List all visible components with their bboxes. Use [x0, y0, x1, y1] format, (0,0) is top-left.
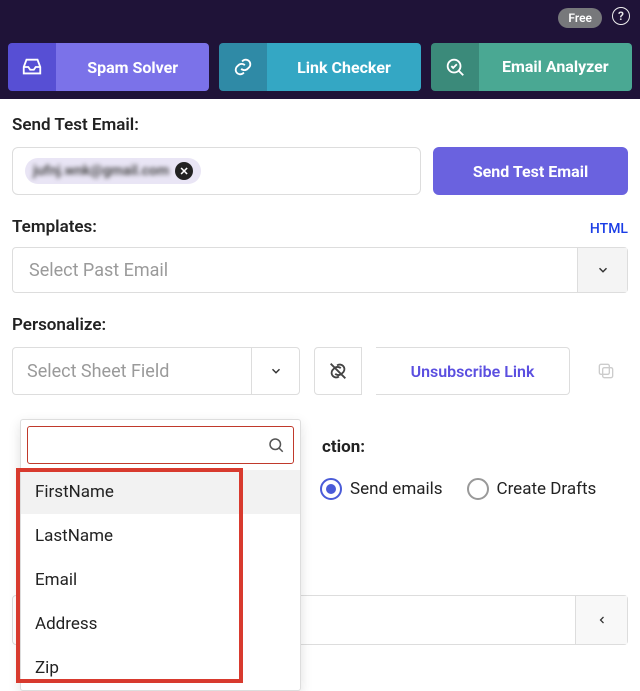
unsubscribe-icon[interactable] — [314, 347, 362, 395]
send-test-button[interactable]: Send Test Email — [433, 147, 628, 195]
dropdown-option-firstname[interactable]: FirstName — [21, 470, 300, 514]
dropdown-option-email[interactable]: Email — [21, 558, 300, 602]
tab-email-analyzer[interactable]: Email Analyzer — [431, 43, 632, 91]
chevron-down-icon[interactable] — [251, 348, 299, 394]
radio-label: Send emails — [350, 479, 443, 499]
radio-icon — [467, 478, 489, 500]
link-icon — [219, 43, 267, 91]
dropdown-option-lastname[interactable]: LastName — [21, 514, 300, 558]
tab-link-checker[interactable]: Link Checker — [219, 43, 420, 91]
radio-create-drafts[interactable]: Create Drafts — [467, 478, 597, 500]
dropdown-search[interactable] — [27, 426, 294, 464]
dropdown-option-address[interactable]: Address — [21, 602, 300, 646]
unsubscribe-link-button[interactable]: Unsubscribe Link — [376, 347, 570, 395]
plan-badge: Free — [558, 8, 602, 28]
inbox-icon — [8, 43, 56, 91]
templates-select[interactable]: Select Past Email — [12, 247, 628, 293]
email-chip-text: jufnj.wnk@gmail.com — [33, 163, 169, 179]
tab-label: Link Checker — [267, 43, 420, 91]
help-icon[interactable]: ? — [612, 7, 630, 25]
send-test-label: Send Test Email: — [12, 115, 628, 135]
personalize-select[interactable]: Select Sheet Field — [12, 347, 300, 395]
chevron-left-icon[interactable] — [575, 596, 627, 644]
main-content: Send Test Email: jufnj.wnk@gmail.com ✕ S… — [0, 99, 640, 395]
html-link[interactable]: HTML — [590, 221, 628, 237]
email-chip[interactable]: jufnj.wnk@gmail.com ✕ — [25, 158, 201, 184]
tab-label: Email Analyzer — [479, 43, 632, 91]
radio-send-emails[interactable]: Send emails — [320, 478, 443, 500]
radio-label: Create Drafts — [497, 479, 597, 499]
radio-icon — [320, 478, 342, 500]
test-email-input[interactable]: jufnj.wnk@gmail.com ✕ — [12, 147, 421, 195]
templates-placeholder: Select Past Email — [13, 248, 577, 292]
search-icon — [267, 436, 285, 454]
personalize-label: Personalize: — [12, 315, 628, 335]
app-header: Free ? Spam Solver Link Checker Email An… — [0, 0, 640, 99]
chip-remove-icon[interactable]: ✕ — [175, 162, 193, 180]
copy-icon[interactable] — [584, 347, 628, 395]
personalize-dropdown: FirstName LastName Email Address Zip — [20, 419, 301, 691]
chevron-down-icon[interactable] — [577, 248, 627, 292]
dropdown-options: FirstName LastName Email Address Zip — [21, 470, 300, 690]
tool-tabs: Spam Solver Link Checker Email Analyzer — [8, 43, 632, 91]
personalize-placeholder: Select Sheet Field — [13, 348, 251, 394]
dropdown-search-input[interactable] — [36, 436, 261, 455]
templates-label: Templates: — [12, 217, 97, 237]
action-label-partial: ction: — [322, 437, 365, 457]
analyze-icon — [431, 43, 479, 91]
tab-label: Spam Solver — [56, 43, 209, 91]
tab-spam-solver[interactable]: Spam Solver — [8, 43, 209, 91]
dropdown-option-zip[interactable]: Zip — [21, 646, 300, 690]
